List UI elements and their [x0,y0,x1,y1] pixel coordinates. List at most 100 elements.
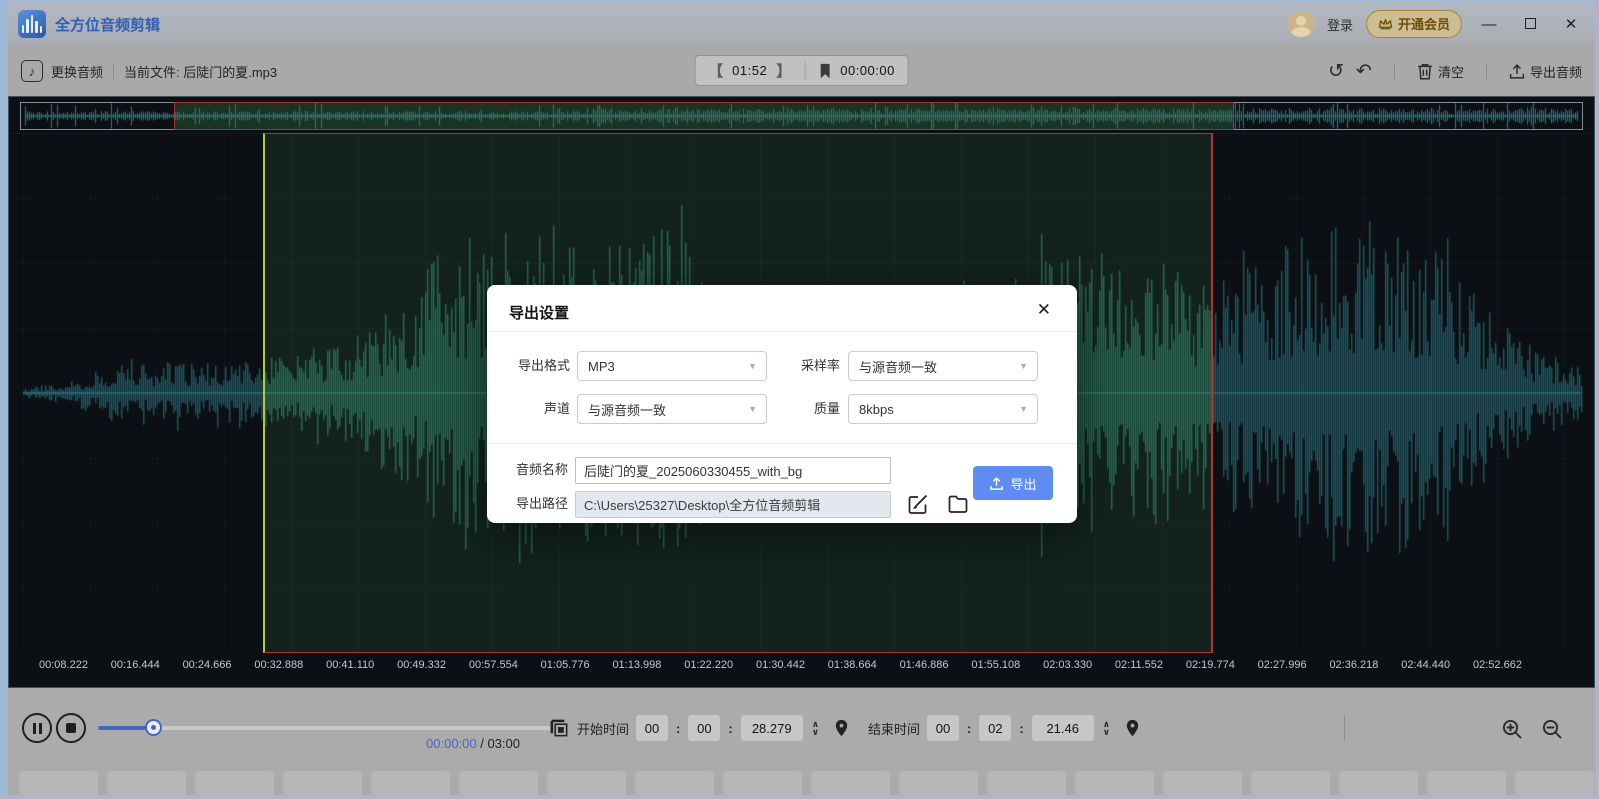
timeline-label: 00:24.666 [183,659,232,675]
export-path-input[interactable] [575,491,891,518]
feature-button-placeholder[interactable] [723,771,802,795]
start-time-spinner[interactable]: ∧∨ [812,721,819,736]
feature-button-placeholder[interactable] [1515,771,1594,795]
format-dropdown[interactable]: MP3 ▼ [577,351,767,381]
app-title: 全方位音频剪辑 [55,14,160,35]
dialog-close-icon[interactable]: ✕ [1037,300,1051,320]
maximize-button[interactable] [1516,16,1544,33]
pause-button[interactable] [22,713,52,743]
format-label: 导出格式 [487,351,570,381]
feature-buttons-row [8,771,1595,795]
overview-strip[interactable] [20,102,1583,130]
start-minutes-input[interactable]: 00 [688,715,720,741]
colon: : [676,721,680,736]
title-bar: 全方位音频剪辑 登录 开通会员 — ✕ [8,2,1595,46]
feature-button-placeholder[interactable] [283,771,362,795]
separator [1486,63,1487,79]
export-audio-button[interactable]: 导出音频 [1509,62,1582,81]
stop-button[interactable] [56,713,86,743]
channel-dropdown[interactable]: 与源音频一致 ▼ [577,394,767,424]
timeline-label: 00:41.110 [326,659,374,675]
colon: : [1019,721,1023,736]
timeline-label: 00:08.222 [39,659,88,675]
app-window: 全方位音频剪辑 登录 开通会员 — ✕ ♪ 更换音频 当前文件: 后陡门的夏.m… [8,2,1595,795]
slider-handle[interactable] [145,719,162,736]
end-hours-input[interactable]: 00 [927,715,959,741]
feature-button-placeholder[interactable] [195,771,274,795]
end-seconds-input[interactable]: 21.46 [1032,715,1094,741]
zoom-in-icon[interactable] [1501,718,1523,740]
dialog-title: 导出设置 [509,302,569,323]
separator [1394,63,1395,79]
timeline-label: 02:27.996 [1258,659,1307,675]
feature-button-placeholder[interactable] [1427,771,1506,795]
playback-slider[interactable] [98,726,550,730]
channel-label: 声道 [487,394,570,424]
end-minutes-input[interactable]: 02 [979,715,1011,741]
minimize-button[interactable]: — [1475,16,1503,33]
current-time: 00:00:00 [426,736,477,751]
undo-icon[interactable]: ↺ [1328,62,1344,81]
marker-time-control[interactable]: 00:00:00 [805,63,908,79]
feature-button-placeholder[interactable] [987,771,1066,795]
start-seconds-input[interactable]: 28.279 [741,715,803,741]
chevron-down-icon: ▼ [1019,404,1028,414]
avatar[interactable] [1288,11,1314,37]
format-value: MP3 [588,359,615,374]
feature-button-placeholder[interactable] [1075,771,1154,795]
quality-label: 质量 [757,394,840,424]
feature-button-placeholder[interactable] [1163,771,1242,795]
timeline-label: 01:13.998 [612,659,661,675]
samplerate-dropdown[interactable]: 与源音频一致 ▼ [848,351,1038,381]
quality-dropdown[interactable]: 8kbps ▼ [848,394,1038,424]
timeline-label: 02:11.552 [1115,659,1163,675]
start-hours-input[interactable]: 00 [636,715,668,741]
start-marker-pin-icon[interactable] [834,719,849,737]
end-time-spinner[interactable]: ∧∨ [1103,721,1110,736]
timeline-label: 00:16.444 [111,659,160,675]
open-folder-icon[interactable] [947,493,969,515]
timeline-label: 01:46.886 [900,659,949,675]
divider [487,443,1077,444]
feature-button-placeholder[interactable] [1251,771,1330,795]
feature-button-placeholder[interactable] [1339,771,1418,795]
divider [487,331,1077,332]
feature-button-placeholder[interactable] [811,771,890,795]
chevron-down-icon: ▼ [1019,361,1028,371]
chevron-down-icon: ▼ [748,361,757,371]
trim-time-controls: 开始时间 00 : 00 : 28.279 ∧∨ 结束时间 00 : 02 : … [549,712,1140,744]
change-audio-button[interactable]: 更换音频 [51,62,103,81]
end-time-label: 结束时间 [868,719,920,738]
playback-time: 00:00:00 / 03:00 [328,736,520,751]
feature-button-placeholder[interactable] [547,771,626,795]
end-marker-pin-icon[interactable] [1125,719,1140,737]
edit-path-icon[interactable] [907,493,929,515]
timeline-ruler: 00:08.22200:16.44400:24.66600:32.88800:4… [39,659,1522,675]
timeline-label: 02:03.330 [1043,659,1092,675]
bracket-left-icon: 【 [708,60,723,81]
clear-button[interactable]: 清空 [1417,62,1464,81]
vip-button[interactable]: 开通会员 [1366,10,1462,38]
samplerate-label: 采样率 [757,351,840,381]
separator [113,63,114,79]
overview-selection[interactable] [174,102,1234,130]
feature-button-placeholder[interactable] [899,771,978,795]
close-button[interactable]: ✕ [1557,15,1585,33]
redo-icon[interactable]: ↶ [1356,62,1372,81]
colon: : [967,721,971,736]
timeline-label: 02:52.662 [1473,659,1522,675]
bookmark-icon [818,63,831,79]
feature-button-placeholder[interactable] [107,771,186,795]
export-button[interactable]: 导出 [973,466,1053,500]
samplerate-value: 与源音频一致 [859,357,937,376]
feature-button-placeholder[interactable] [459,771,538,795]
feature-button-placeholder[interactable] [19,771,98,795]
login-button[interactable]: 登录 [1327,15,1353,34]
feature-button-placeholder[interactable] [371,771,450,795]
transport-bar: 00:00:00 / 03:00 开始时间 00 : 00 : 28.279 ∧… [8,688,1595,771]
feature-button-placeholder[interactable] [635,771,714,795]
audio-name-input[interactable] [575,457,891,484]
zoom-out-icon[interactable] [1541,718,1563,740]
timeline-label: 00:57.554 [469,659,518,675]
selection-duration-control[interactable]: 【 01:52 】 [695,60,804,81]
